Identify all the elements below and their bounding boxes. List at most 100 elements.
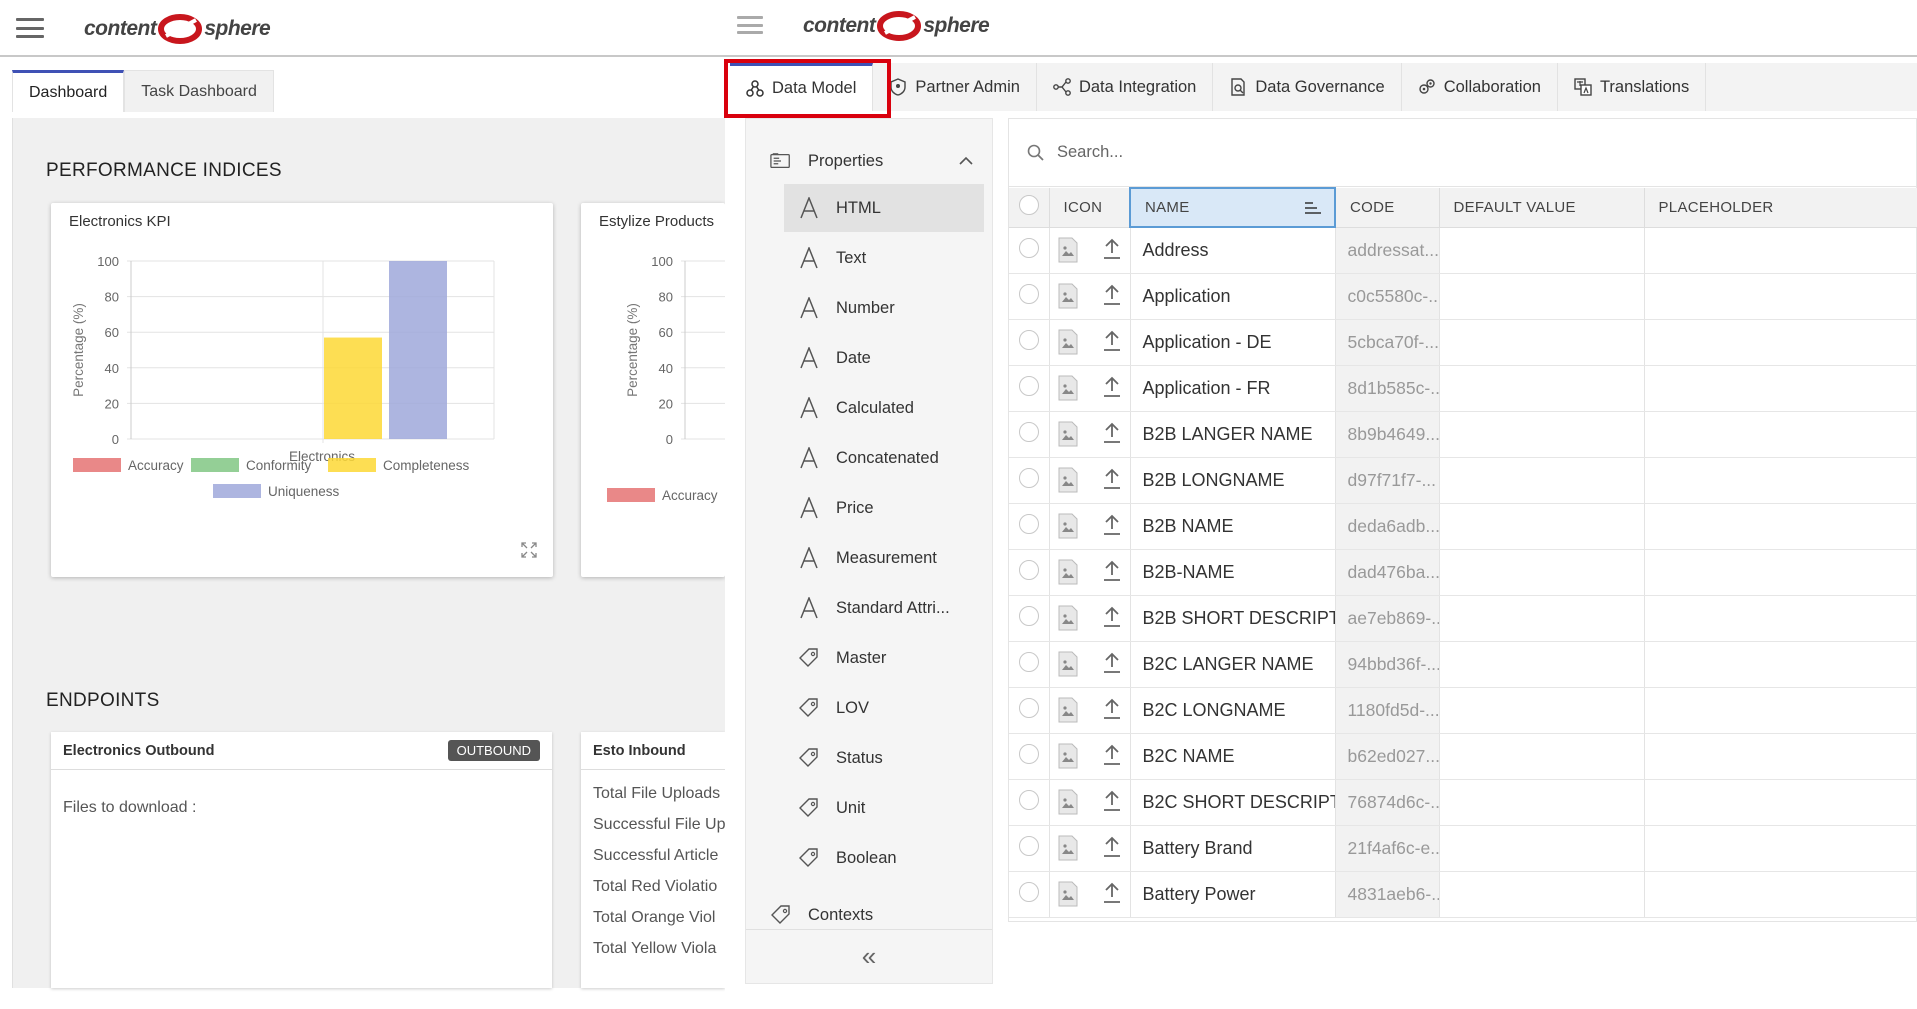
- tab-translations[interactable]: Translations: [1557, 63, 1707, 111]
- row-default-value-cell[interactable]: [1439, 503, 1645, 550]
- row-default-value-cell[interactable]: [1439, 365, 1645, 412]
- image-file-icon[interactable]: [1058, 467, 1078, 493]
- row-placeholder-cell[interactable]: [1644, 549, 1917, 596]
- column-header-default-value[interactable]: DEFAULT VALUE: [1439, 188, 1645, 228]
- row-select-radio[interactable]: [1019, 651, 1039, 672]
- sidebar-item[interactable]: LOV: [784, 684, 984, 732]
- table-row[interactable]: B2C LANGER NAME 94bbd36f-...: [1009, 641, 1917, 688]
- table-row[interactable]: B2C LONGNAME 1180fd5d-...: [1009, 687, 1917, 734]
- image-file-icon[interactable]: [1058, 559, 1078, 585]
- image-file-icon[interactable]: [1058, 881, 1078, 907]
- upload-icon[interactable]: [1102, 330, 1122, 354]
- row-placeholder-cell[interactable]: [1644, 319, 1917, 366]
- image-file-icon[interactable]: [1058, 237, 1078, 263]
- row-select-cell[interactable]: [1009, 273, 1050, 320]
- row-placeholder-cell[interactable]: [1644, 595, 1917, 642]
- column-header-placeholder[interactable]: PLACEHOLDER: [1644, 188, 1917, 228]
- row-select-radio[interactable]: [1019, 513, 1039, 534]
- row-default-value-cell[interactable]: [1439, 595, 1645, 642]
- image-file-icon[interactable]: [1058, 513, 1078, 539]
- row-select-radio[interactable]: [1019, 467, 1039, 488]
- image-file-icon[interactable]: [1058, 835, 1078, 861]
- row-select-radio[interactable]: [1019, 605, 1039, 626]
- row-default-value-cell[interactable]: [1439, 227, 1645, 274]
- row-default-value-cell[interactable]: [1439, 549, 1645, 596]
- row-placeholder-cell[interactable]: [1644, 641, 1917, 688]
- sidebar-item[interactable]: Concatenated: [784, 434, 984, 482]
- row-select-radio[interactable]: [1019, 283, 1039, 304]
- row-select-cell[interactable]: [1009, 779, 1050, 826]
- image-file-icon[interactable]: [1058, 743, 1078, 769]
- sidebar-item[interactable]: Measurement: [784, 534, 984, 582]
- row-placeholder-cell[interactable]: [1644, 365, 1917, 412]
- table-row[interactable]: Application - FR 8d1b585c-...: [1009, 365, 1917, 412]
- sidebar-item[interactable]: Unit: [784, 784, 984, 832]
- row-default-value-cell[interactable]: [1439, 641, 1645, 688]
- sidebar-item[interactable]: Price: [784, 484, 984, 532]
- row-placeholder-cell[interactable]: [1644, 825, 1917, 872]
- table-row[interactable]: Application c0c5580c-...: [1009, 273, 1917, 320]
- chevron-up-icon[interactable]: [958, 156, 974, 166]
- row-select-cell[interactable]: [1009, 457, 1050, 504]
- column-header-code[interactable]: CODE: [1335, 188, 1440, 228]
- sidebar-item[interactable]: HTML: [784, 184, 984, 232]
- row-select-radio[interactable]: [1019, 559, 1039, 580]
- sidebar-item[interactable]: Boolean: [784, 834, 984, 882]
- column-header-icon[interactable]: ICON: [1049, 188, 1131, 228]
- menu-icon[interactable]: [16, 18, 44, 38]
- tab-collaboration[interactable]: Collaboration: [1401, 63, 1558, 111]
- upload-icon[interactable]: [1102, 652, 1122, 676]
- select-all-header[interactable]: [1009, 188, 1050, 228]
- row-select-cell[interactable]: [1009, 595, 1050, 642]
- tab-data-integration[interactable]: Data Integration: [1036, 63, 1214, 111]
- upload-icon[interactable]: [1102, 744, 1122, 768]
- tab-partner-admin[interactable]: Partner Admin: [873, 63, 1037, 111]
- row-select-cell[interactable]: [1009, 825, 1050, 872]
- collapse-sidebar-button[interactable]: «: [746, 929, 992, 983]
- row-placeholder-cell[interactable]: [1644, 687, 1917, 734]
- select-all-radio[interactable]: [1019, 195, 1039, 216]
- table-row[interactable]: B2B SHORT DESCRIPTIONae7eb869-...: [1009, 595, 1917, 642]
- row-placeholder-cell[interactable]: [1644, 871, 1917, 918]
- row-default-value-cell[interactable]: [1439, 871, 1645, 918]
- image-file-icon[interactable]: [1058, 789, 1078, 815]
- row-placeholder-cell[interactable]: [1644, 457, 1917, 504]
- upload-icon[interactable]: [1102, 560, 1122, 584]
- row-placeholder-cell[interactable]: [1644, 411, 1917, 458]
- row-select-cell[interactable]: [1009, 687, 1050, 734]
- image-file-icon[interactable]: [1058, 651, 1078, 677]
- image-file-icon[interactable]: [1058, 605, 1078, 631]
- upload-icon[interactable]: [1102, 422, 1122, 446]
- row-default-value-cell[interactable]: [1439, 273, 1645, 320]
- image-file-icon[interactable]: [1058, 697, 1078, 723]
- row-default-value-cell[interactable]: [1439, 457, 1645, 504]
- row-select-radio[interactable]: [1019, 835, 1039, 856]
- row-select-cell[interactable]: [1009, 319, 1050, 366]
- sidebar-item[interactable]: Master: [784, 634, 984, 682]
- row-select-radio[interactable]: [1019, 743, 1039, 764]
- row-placeholder-cell[interactable]: [1644, 779, 1917, 826]
- table-row[interactable]: Battery Power 4831aeb6-...: [1009, 871, 1917, 918]
- table-row[interactable]: B2C SHORT DESCRIPTION76874d6c-...: [1009, 779, 1917, 826]
- sidebar-item[interactable]: Calculated: [784, 384, 984, 432]
- upload-icon[interactable]: [1102, 790, 1122, 814]
- row-placeholder-cell[interactable]: [1644, 503, 1917, 550]
- row-placeholder-cell[interactable]: [1644, 733, 1917, 780]
- column-header-name[interactable]: NAME: [1129, 187, 1336, 228]
- sidebar-item[interactable]: Number: [784, 284, 984, 332]
- table-row[interactable]: Address addressat...: [1009, 227, 1917, 274]
- upload-icon[interactable]: [1102, 284, 1122, 308]
- image-file-icon[interactable]: [1058, 329, 1078, 355]
- expand-icon[interactable]: [520, 541, 538, 559]
- row-select-radio[interactable]: [1019, 881, 1039, 902]
- row-default-value-cell[interactable]: [1439, 319, 1645, 366]
- upload-icon[interactable]: [1102, 376, 1122, 400]
- row-default-value-cell[interactable]: [1439, 411, 1645, 458]
- sidebar-item[interactable]: Text: [784, 234, 984, 282]
- row-default-value-cell[interactable]: [1439, 733, 1645, 780]
- tab-dashboard[interactable]: Dashboard: [12, 70, 125, 112]
- tab-task-dashboard[interactable]: Task Dashboard: [124, 70, 274, 112]
- upload-icon[interactable]: [1102, 606, 1122, 630]
- table-row[interactable]: B2B LANGER NAME 8b9b4649...: [1009, 411, 1917, 458]
- table-row[interactable]: B2B NAME deda6adb...: [1009, 503, 1917, 550]
